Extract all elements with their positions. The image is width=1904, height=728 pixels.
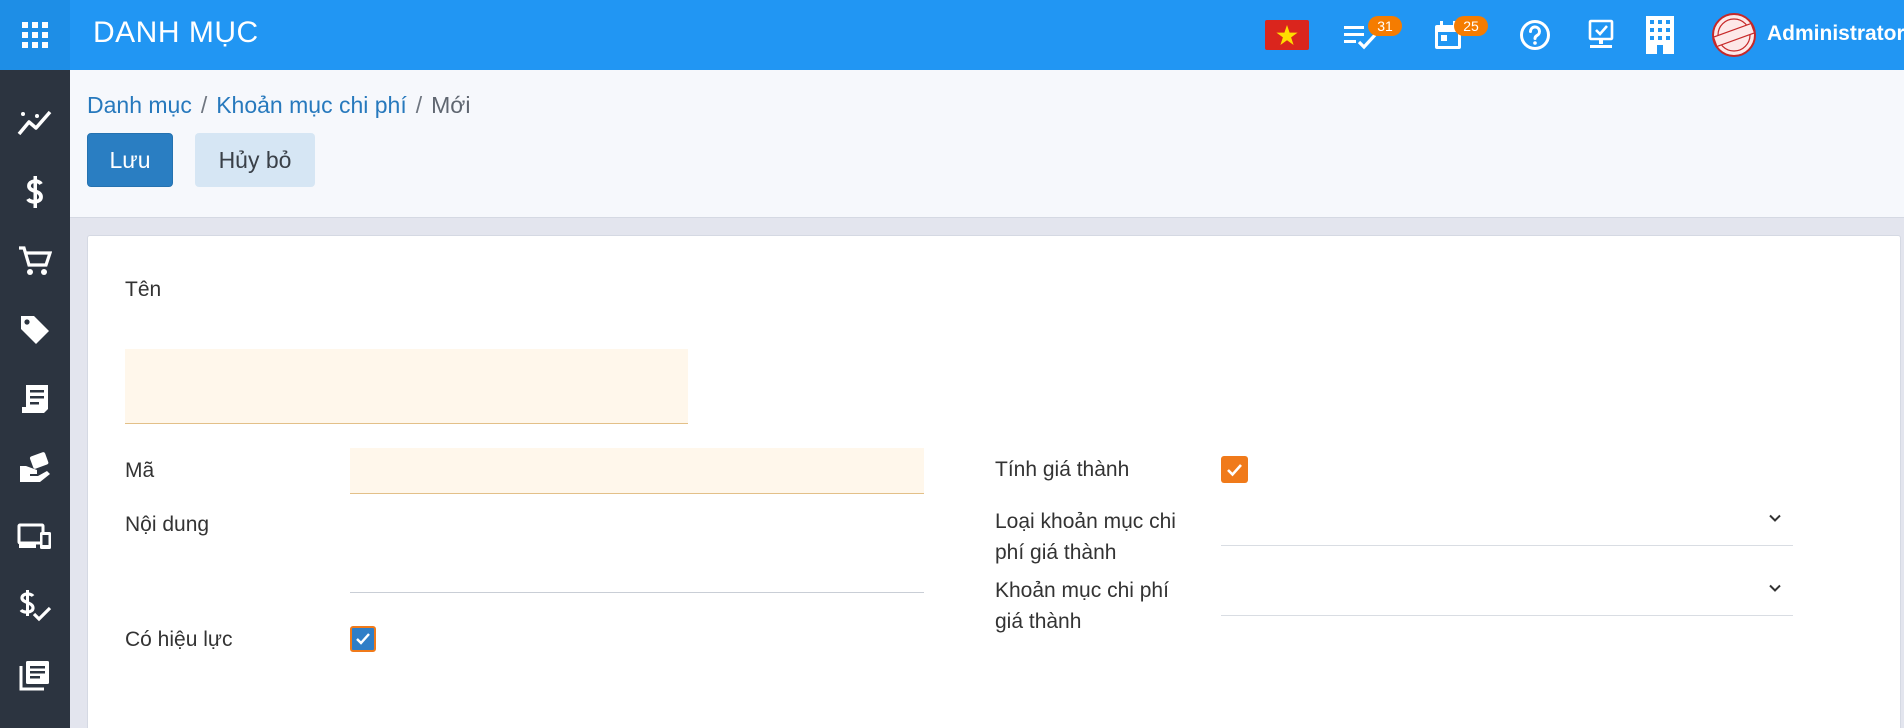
help-button[interactable] [1517, 17, 1553, 53]
sidebar-item-assets[interactable] [0, 509, 70, 565]
dollar-icon [26, 176, 43, 208]
checkmark-icon [1227, 463, 1242, 476]
cost-item-type-label: Loại khoản mục chi phí giá thành [995, 510, 1176, 564]
calendar-button[interactable]: 25 [1428, 16, 1488, 53]
chevron-down-icon [1769, 514, 1781, 522]
help-icon [1520, 20, 1550, 50]
certified-stamp-icon [1712, 13, 1756, 57]
breadcrumb-parent[interactable]: Khoản mục chi phí [216, 92, 407, 118]
calendar-badge: 25 [1454, 16, 1488, 36]
sidebar-item-sales[interactable] [0, 233, 70, 289]
receipt-icon [22, 385, 48, 413]
save-button[interactable]: Lưu [87, 133, 173, 187]
vietnam-flag-icon [1265, 20, 1309, 50]
checkmark-icon [356, 633, 370, 645]
active-label: Có hiệu lực [125, 628, 233, 651]
code-label: Mã [125, 459, 155, 482]
cost-item-type-select[interactable] [1221, 498, 1793, 546]
company-button[interactable] [1643, 16, 1677, 54]
chevron-down-icon [1769, 584, 1781, 592]
sidebar-item-analytics[interactable] [0, 95, 70, 151]
content-label: Nội dung [125, 513, 210, 536]
building-icon [1646, 16, 1674, 54]
devices-icon [17, 523, 51, 549]
library-books-icon [19, 661, 49, 691]
code-field[interactable] [350, 448, 924, 494]
grid-icon [22, 22, 48, 48]
breadcrumb-separator: / [200, 92, 208, 118]
chart-line-icon [17, 110, 52, 136]
tag-icon [21, 316, 49, 344]
approval-icon [1588, 19, 1614, 48]
name-label: Tên [125, 278, 162, 301]
cancel-button[interactable]: Hủy bỏ [195, 133, 315, 187]
sidebar-item-cashflow[interactable] [0, 578, 70, 634]
name-field[interactable] [125, 349, 688, 424]
sidebar-item-catalog[interactable] [0, 647, 70, 703]
user-avatar[interactable] [1710, 13, 1758, 57]
breadcrumb-root[interactable]: Danh mục [87, 92, 192, 118]
sidebar-item-payments[interactable] [0, 440, 70, 496]
breadcrumb-separator: / [415, 92, 423, 118]
sidebar [0, 70, 70, 728]
cost-item-select[interactable] [1221, 568, 1793, 616]
breadcrumb-current: Mới [431, 92, 471, 118]
tasks-badge: 31 [1368, 16, 1402, 36]
dollar-check-icon [19, 590, 52, 622]
cart-icon [19, 246, 52, 275]
user-name[interactable]: Administrator [1767, 22, 1904, 46]
form-card: Tên Mã Nội dung Có hiệu lực Tính giá thà… [87, 235, 1901, 728]
sidebar-item-products[interactable] [0, 302, 70, 358]
breadcrumb: Danh mục / Khoản mục chi phí / Mới [87, 92, 470, 119]
approval-button[interactable] [1583, 17, 1619, 53]
costing-checkbox[interactable] [1221, 456, 1248, 483]
tasks-button[interactable]: 31 [1340, 16, 1402, 53]
cost-item-label: Khoản mục chi phí giá thành [995, 579, 1169, 633]
language-switcher[interactable] [1265, 17, 1309, 53]
page-header: Danh mục / Khoản mục chi phí / Mới Lưu Hủy b… [70, 70, 1904, 218]
costing-label: Tính giá thành [995, 458, 1130, 481]
sidebar-item-finance[interactable] [0, 164, 70, 220]
app-title: DANH MỤC [93, 16, 259, 49]
top-bar: DANH MỤC 31 25 Administrator [0, 0, 1904, 70]
hand-money-icon [20, 452, 50, 482]
apps-menu-button[interactable] [0, 0, 70, 70]
content-field[interactable] [350, 511, 924, 593]
active-checkbox[interactable] [350, 626, 376, 652]
sidebar-item-invoices[interactable] [0, 371, 70, 427]
